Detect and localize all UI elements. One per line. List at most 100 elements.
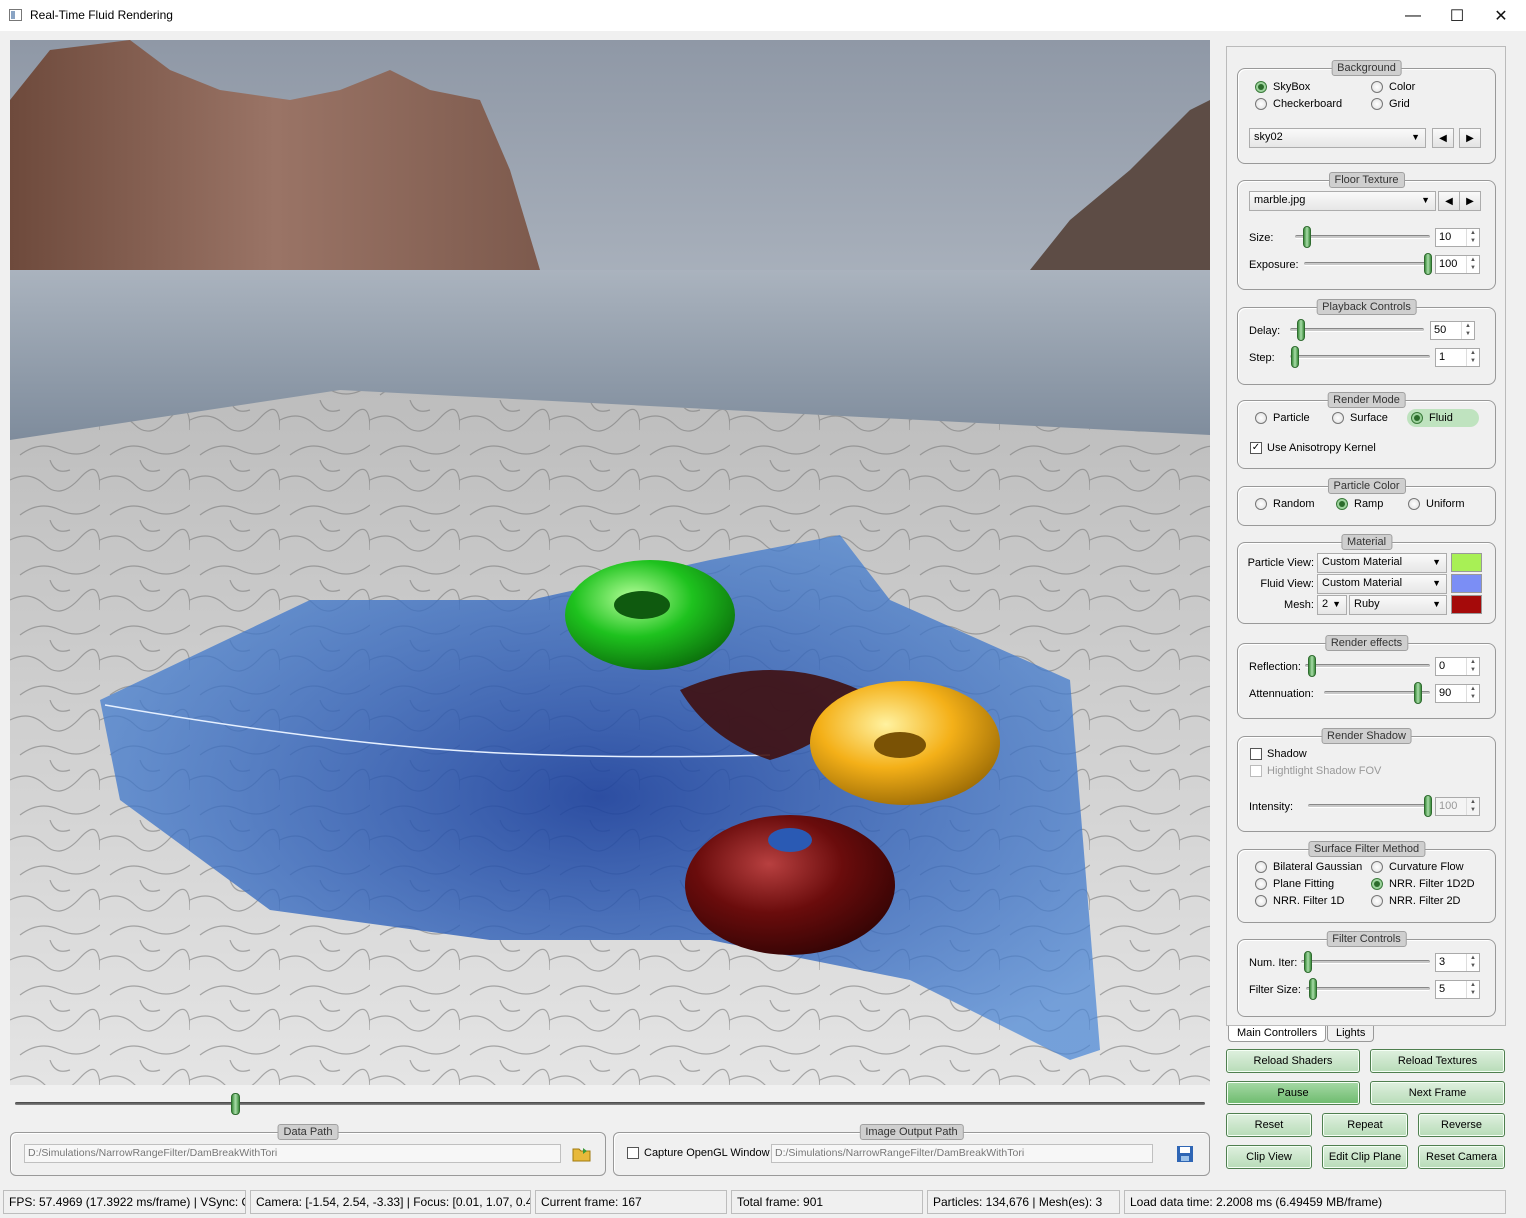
step-slider[interactable] [1290,355,1430,359]
step-slider-handle[interactable] [1291,346,1299,368]
exposure-slider-handle[interactable] [1424,253,1432,275]
delay-slider[interactable] [1290,328,1424,332]
floor-texture-select[interactable]: marble.jpg ▼ [1249,191,1436,211]
reset-button[interactable]: Reset [1226,1113,1312,1137]
attenuation-spinbox[interactable]: 90 ▲ ▼ [1435,684,1480,703]
edit-clip-plane-button[interactable]: Edit Clip Plane [1322,1145,1408,1169]
maximize-button[interactable]: ☐ [1434,0,1480,31]
image-output-path-field[interactable]: D:/Simulations/NarrowRangeFilter/DamBrea… [771,1144,1153,1163]
app-icon [9,9,22,21]
size-slider-handle[interactable] [1303,226,1311,248]
radio-uniform[interactable]: Uniform [1408,498,1465,510]
fluid-color-swatch[interactable] [1451,574,1482,593]
reload-shaders-button[interactable]: Reload Shaders [1226,1049,1360,1073]
num-iter-spinbox[interactable]: 3 ▲ ▼ [1435,953,1480,972]
radio-curvature-flow[interactable]: Curvature Flow [1371,861,1464,873]
radio-nrr-filter-1d[interactable]: NRR. Filter 1D [1255,895,1345,907]
radio-checkerboard[interactable]: Checkerboard [1255,98,1342,110]
spin-arrows-icon[interactable]: ▲ ▼ [1466,658,1479,675]
close-button[interactable]: ✕ [1478,0,1524,31]
filter-size-value: 5 [1439,983,1446,995]
radio-nrr-filter-2d[interactable]: NRR. Filter 2D [1371,895,1461,907]
radio-grid[interactable]: Grid [1371,98,1410,110]
floor-prev-button[interactable]: ◀ [1438,191,1460,211]
skybox-next-button[interactable]: ▶ [1459,128,1481,148]
highlight-shadow-checkbox[interactable]: Hightlight Shadow FOV [1250,765,1381,777]
arrow-right-icon: ▶ [1466,195,1474,207]
radio-skybox[interactable]: SkyBox [1255,81,1310,93]
radio-color[interactable]: Color [1371,81,1415,93]
reset-camera-button[interactable]: Reset Camera [1418,1145,1505,1169]
data-path-field[interactable]: D:/Simulations/NarrowRangeFilter/DamBrea… [24,1144,561,1163]
repeat-button[interactable]: Repeat [1322,1113,1408,1137]
spin-arrows-icon[interactable]: ▲ ▼ [1466,798,1479,815]
num-iter-slider-handle[interactable] [1304,951,1312,973]
checkmark-icon: ✓ [1250,442,1262,454]
spin-arrows-icon[interactable]: ▲ ▼ [1466,349,1479,366]
radio-surface[interactable]: Surface [1332,412,1388,424]
filter-size-slider[interactable] [1306,987,1430,991]
particle-color-swatch[interactable] [1451,553,1482,572]
skybox-prev-button[interactable]: ◀ [1432,128,1454,148]
num-iter-slider[interactable] [1301,960,1430,964]
spin-arrows-icon[interactable]: ▲ ▼ [1466,685,1479,702]
spin-arrows-icon[interactable]: ▲ ▼ [1466,229,1479,246]
reverse-button[interactable]: Reverse [1418,1113,1505,1137]
radio-particle[interactable]: Particle [1255,412,1310,424]
radio-dot [1411,412,1423,424]
attenuation-slider-handle[interactable] [1414,682,1422,704]
radio-label: SkyBox [1273,81,1311,93]
delay-slider-handle[interactable] [1297,319,1305,341]
minimize-button[interactable]: — [1390,0,1436,31]
particle-view-select[interactable]: Custom Material ▼ [1317,553,1447,573]
delay-value: 50 [1434,324,1447,336]
mesh-material-select[interactable]: Ruby ▼ [1349,595,1447,615]
timeline-slider-handle[interactable] [231,1093,240,1115]
fluid-view-select[interactable]: Custom Material ▼ [1317,574,1447,594]
next-frame-button[interactable]: Next Frame [1370,1081,1505,1105]
mesh-index-select[interactable]: 2 ▼ [1317,595,1347,615]
material-title: Material [1340,534,1393,550]
reflection-slider[interactable] [1305,664,1430,668]
radio-bilateral-gaussian[interactable]: Bilateral Gaussian [1255,861,1362,873]
spin-arrows-icon[interactable]: ▲ ▼ [1466,981,1479,998]
save-output-button[interactable] [1174,1143,1196,1165]
radio-nrr-filter-1d2d[interactable]: NRR. Filter 1D2D [1371,878,1475,890]
num-iter-label: Num. Iter: [1249,957,1298,969]
tab-main-controllers[interactable]: Main Controllers [1228,1026,1327,1042]
reflection-slider-handle[interactable] [1308,655,1316,677]
size-spinbox[interactable]: 10 ▲ ▼ [1435,228,1480,247]
radio-fluid[interactable]: Fluid [1407,409,1479,427]
filter-size-spinbox[interactable]: 5 ▲ ▼ [1435,980,1480,999]
radio-ramp[interactable]: Ramp [1336,498,1383,510]
checkbox-label: Capture OpenGL Window [644,1147,770,1159]
anisotropy-checkbox[interactable]: ✓ Use Anisotropy Kernel [1250,442,1376,454]
intensity-slider-handle[interactable] [1424,795,1432,817]
timeline-slider[interactable] [15,1102,1205,1105]
tab-lights[interactable]: Lights [1327,1026,1375,1042]
floor-next-button[interactable]: ▶ [1459,191,1481,211]
intensity-slider[interactable] [1308,804,1430,808]
spin-arrows-icon[interactable]: ▲ ▼ [1461,322,1474,339]
radio-plane-fitting[interactable]: Plane Fitting [1255,878,1334,890]
delay-spinbox[interactable]: 50 ▲ ▼ [1430,321,1475,340]
render-viewport[interactable] [10,40,1210,1085]
filter-size-slider-handle[interactable] [1309,978,1317,1000]
reflection-spinbox[interactable]: 0 ▲ ▼ [1435,657,1480,676]
reload-textures-button[interactable]: Reload Textures [1370,1049,1505,1073]
clip-view-button[interactable]: Clip View [1226,1145,1312,1169]
pause-button[interactable]: Pause [1226,1081,1360,1105]
step-spinbox[interactable]: 1 ▲ ▼ [1435,348,1480,367]
shadow-checkbox[interactable]: Shadow [1250,748,1307,760]
spin-arrows-icon[interactable]: ▲ ▼ [1466,954,1479,971]
open-folder-button[interactable] [571,1143,593,1165]
capture-opengl-checkbox[interactable]: Capture OpenGL Window [627,1147,770,1159]
mesh-color-swatch[interactable] [1451,595,1482,614]
spin-arrows-icon[interactable]: ▲ ▼ [1466,256,1479,273]
exposure-slider[interactable] [1304,262,1430,266]
intensity-spinbox[interactable]: 100 ▲ ▼ [1435,797,1480,816]
radio-random[interactable]: Random [1255,498,1315,510]
size-slider[interactable] [1295,235,1430,239]
exposure-spinbox[interactable]: 100 ▲ ▼ [1435,255,1480,274]
skybox-select[interactable]: sky02 ▼ [1249,128,1426,148]
